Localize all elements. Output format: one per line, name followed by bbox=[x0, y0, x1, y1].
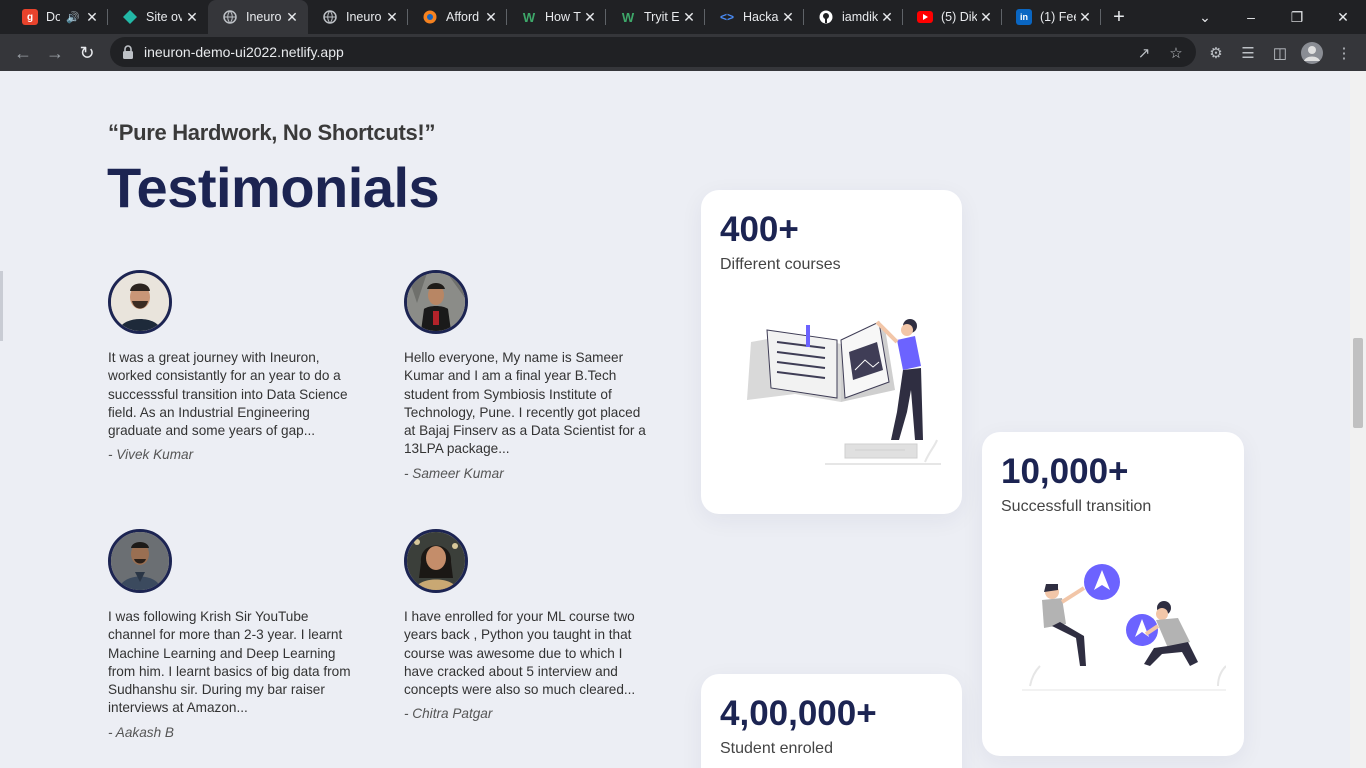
globe-icon bbox=[222, 9, 238, 25]
avatar bbox=[404, 270, 468, 334]
netlify-icon bbox=[122, 9, 138, 25]
reading-book-illustration bbox=[747, 319, 941, 465]
avatar bbox=[108, 529, 172, 593]
close-tab-icon[interactable]: ✕ bbox=[780, 9, 796, 25]
testimonial-card: It was a great journey with Ineuron, wor… bbox=[108, 270, 358, 462]
testimonial-card: I have enrolled for your ML course two y… bbox=[404, 529, 654, 721]
close-tab-icon[interactable]: ✕ bbox=[284, 9, 300, 25]
tab-do[interactable]: g Do 🔊 ✕ bbox=[8, 0, 108, 34]
forward-button[interactable]: → bbox=[42, 40, 68, 66]
bookmark-star-icon[interactable]: ☆ bbox=[1166, 43, 1186, 63]
testimonial-author: - Vivek Kumar bbox=[108, 447, 194, 463]
orange-circle-icon bbox=[422, 9, 438, 25]
lock-icon bbox=[123, 45, 133, 59]
linkedin-icon: in bbox=[1016, 9, 1032, 25]
youtube-icon bbox=[917, 9, 933, 25]
github-icon bbox=[818, 9, 834, 25]
close-tab-icon[interactable]: ✕ bbox=[84, 9, 100, 25]
testimonial-card: I was following Krish Sir YouTube channe… bbox=[108, 529, 358, 740]
tab-how-to[interactable]: W How T ✕ bbox=[507, 0, 606, 34]
reload-button[interactable]: ↻ bbox=[74, 40, 100, 66]
testimonials-quote: “Pure Hardwork, No Shortcuts!” bbox=[108, 120, 436, 145]
tab-site-overview[interactable]: Site ov ✕ bbox=[108, 0, 208, 34]
testimonials-heading: Testimonials bbox=[107, 156, 440, 219]
back-button[interactable]: ← bbox=[10, 40, 36, 66]
speaker-icon[interactable]: 🔊 bbox=[66, 11, 80, 24]
testimonial-text: I was following Krish Sir YouTube channe… bbox=[108, 609, 351, 716]
restore-button[interactable]: ❐ bbox=[1274, 0, 1320, 34]
profile-avatar[interactable] bbox=[1301, 42, 1323, 64]
g-icon: g bbox=[22, 9, 38, 25]
testimonial-text: I have enrolled for your ML course two y… bbox=[404, 609, 636, 698]
stat-card-students: 4,00,000+ Student enroled bbox=[701, 674, 962, 768]
code-icon: <> bbox=[719, 10, 734, 24]
testimonial-text: It was a great journey with Ineuron, wor… bbox=[108, 350, 348, 439]
testimonial-author: - Sameer Kumar bbox=[404, 465, 504, 481]
media-control-icon[interactable]: ☰ bbox=[1237, 42, 1259, 64]
avatar bbox=[108, 270, 172, 334]
browser-toolbar: ← → ↻ ineuron-demo-ui2022.netlify.app ↗ … bbox=[0, 34, 1366, 71]
tab-github[interactable]: iamdik ✕ bbox=[804, 0, 903, 34]
extensions-icon[interactable]: ⚙ bbox=[1205, 42, 1227, 64]
stat-value: 10,000+ bbox=[1001, 452, 1129, 491]
side-panel-icon[interactable]: ◫ bbox=[1269, 42, 1291, 64]
page-edge-marker bbox=[0, 271, 3, 341]
share-icon[interactable]: ↗ bbox=[1134, 43, 1154, 63]
stat-label: Different courses bbox=[720, 256, 841, 273]
tab-afford[interactable]: Afford ✕ bbox=[408, 0, 507, 34]
tab-linkedin[interactable]: in (1) Fee ✕ bbox=[1002, 0, 1101, 34]
stat-value: 4,00,000+ bbox=[720, 694, 877, 733]
stat-value: 400+ bbox=[720, 210, 799, 249]
avatar bbox=[404, 529, 468, 593]
page-scrollbar[interactable] bbox=[1350, 71, 1366, 768]
minimize-button[interactable]: – bbox=[1228, 0, 1274, 34]
tab-youtube[interactable]: (5) Dik ✕ bbox=[903, 0, 1002, 34]
collaboration-illustration bbox=[1022, 564, 1226, 691]
scrollbar-thumb[interactable] bbox=[1353, 338, 1363, 428]
tab-search-button[interactable]: ⌄ bbox=[1182, 0, 1228, 34]
tab-ineuron-active[interactable]: Ineuro ✕ bbox=[208, 0, 308, 34]
new-tab-button[interactable]: + bbox=[1108, 6, 1130, 28]
testimonial-text: Hello everyone, My name is Sameer Kumar … bbox=[404, 350, 646, 457]
stat-label: Successfull transition bbox=[1001, 498, 1152, 515]
close-tab-icon[interactable]: ✕ bbox=[1077, 9, 1093, 25]
stat-card-courses: 400+ Different courses bbox=[701, 190, 962, 514]
chrome-menu-icon[interactable]: ⋮ bbox=[1333, 42, 1355, 64]
w-icon: W bbox=[522, 9, 536, 25]
close-tab-icon[interactable]: ✕ bbox=[879, 9, 895, 25]
url-text: ineuron-demo-ui2022.netlify.app bbox=[144, 44, 344, 60]
stat-label: Student enroled bbox=[720, 740, 833, 757]
close-tab-icon[interactable]: ✕ bbox=[582, 9, 598, 25]
address-bar[interactable]: ineuron-demo-ui2022.netlify.app ↗ ☆ bbox=[110, 37, 1196, 67]
tab-separator bbox=[1100, 9, 1101, 25]
tab-ineuron[interactable]: Ineuro ✕ bbox=[308, 0, 408, 34]
close-tab-icon[interactable]: ✕ bbox=[978, 9, 994, 25]
close-tab-icon[interactable]: ✕ bbox=[681, 9, 697, 25]
browser-tab-bar: g Do 🔊 ✕ Site ov ✕ Ineuro ✕ Ineuro ✕ Aff… bbox=[0, 0, 1366, 34]
testimonial-author: - Chitra Patgar bbox=[404, 706, 493, 722]
close-window-button[interactable]: ✕ bbox=[1320, 0, 1366, 34]
w-icon: W bbox=[621, 9, 635, 25]
testimonial-author: - Aakash B bbox=[108, 724, 174, 740]
tab-tryit-editor[interactable]: W Tryit E ✕ bbox=[606, 0, 705, 34]
close-tab-icon[interactable]: ✕ bbox=[483, 9, 499, 25]
close-tab-icon[interactable]: ✕ bbox=[384, 9, 400, 25]
page-content: “Pure Hardwork, No Shortcuts!” Testimoni… bbox=[0, 71, 1350, 768]
globe-icon bbox=[322, 9, 338, 25]
stat-card-transitions: 10,000+ Successfull transition bbox=[982, 432, 1244, 756]
testimonial-card: Hello everyone, My name is Sameer Kumar … bbox=[404, 270, 654, 481]
close-tab-icon[interactable]: ✕ bbox=[184, 9, 200, 25]
tab-hackathon[interactable]: <> Hacka ✕ bbox=[705, 0, 804, 34]
